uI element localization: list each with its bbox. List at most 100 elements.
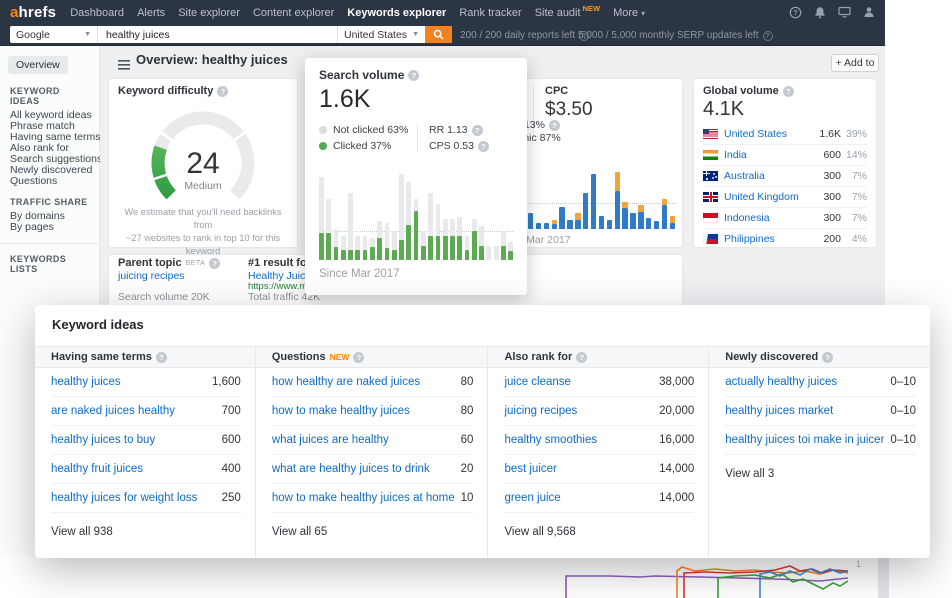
nav-item-alerts[interactable]: Alerts <box>137 7 165 19</box>
country-link[interactable]: United Kingdom <box>724 191 809 203</box>
help-icon[interactable]: ? <box>789 6 802 19</box>
keyword-link[interactable]: healthy juices <box>51 376 121 388</box>
view-all-link[interactable]: View all 65 <box>272 526 474 538</box>
country-link[interactable]: Australia <box>724 170 809 182</box>
nav-item-keywords-explorer[interactable]: Keywords explorer <box>347 7 446 19</box>
country-link[interactable]: Indonesia <box>724 212 809 224</box>
keyword-link[interactable]: healthy fruit juices <box>51 463 143 475</box>
keyword-link[interactable]: how to make healthy juices at home <box>272 492 455 504</box>
bell-icon[interactable] <box>814 6 826 19</box>
keyword-link[interactable]: healthy juices for weight loss <box>51 492 197 504</box>
search-input[interactable]: healthy juices <box>98 26 337 43</box>
keyword-link[interactable]: healthy juices toi make in juicer <box>725 434 884 446</box>
user-icon[interactable] <box>863 6 875 18</box>
sidebar-item-by-pages[interactable]: By pages <box>0 222 98 233</box>
info-icon[interactable]: ? <box>408 69 420 81</box>
info-icon[interactable]: ? <box>782 85 794 97</box>
chart-bar <box>598 150 605 229</box>
keyword-link[interactable]: how to make healthy juices <box>272 405 410 417</box>
bar-segment <box>384 248 390 260</box>
bar-segment <box>348 250 353 260</box>
info-icon[interactable]: ? <box>576 351 588 363</box>
country-link[interactable]: India <box>724 149 809 161</box>
chart-bar <box>413 162 419 260</box>
info-icon[interactable]: ? <box>822 351 834 363</box>
nav-item-site-audit[interactable]: Site audit NEW <box>535 4 600 19</box>
info-icon[interactable]: ? <box>471 124 483 136</box>
series-purple <box>565 575 849 598</box>
menu-icon[interactable] <box>118 57 130 75</box>
bar-segment <box>479 246 484 260</box>
keyword-link[interactable]: juice cleanse <box>504 376 570 388</box>
keyword-volume: 14,000 <box>659 492 695 504</box>
add-to-button[interactable]: + Add to <box>831 54 879 72</box>
view-all-link[interactable]: View all 3 <box>725 468 916 480</box>
legend-row: Not clicked 63% <box>319 122 408 138</box>
bar-segment <box>420 246 426 260</box>
country-row: Indonesia 300 7% <box>703 207 867 228</box>
bar-segment <box>442 235 448 260</box>
bar-segment <box>543 222 549 229</box>
bar-segment <box>391 250 397 260</box>
search-engine-select[interactable]: Google ▼ <box>10 26 98 43</box>
info-icon[interactable]: ? <box>353 351 365 363</box>
scrollbar[interactable] <box>878 556 889 598</box>
search-button[interactable] <box>425 26 452 43</box>
info-icon[interactable]: ? <box>217 85 229 97</box>
country-link[interactable]: Philippines <box>724 233 809 245</box>
info-icon[interactable]: ? <box>477 140 489 152</box>
keyword-row: actually healthy juices 0–10 <box>725 368 917 397</box>
legend-label: Not clicked 63% <box>333 124 409 136</box>
view-all-link[interactable]: View all 938 <box>51 526 241 538</box>
keyword-link[interactable]: juicing recipes <box>504 405 577 417</box>
keyword-link[interactable]: best juicer <box>504 463 556 475</box>
country-select[interactable]: United States ▼ <box>337 26 425 43</box>
country-row: United States 1.6K 39% <box>703 124 867 144</box>
sidebar-item-overview[interactable]: Overview <box>8 56 68 74</box>
bar-segment <box>355 250 361 260</box>
bar-segment <box>435 235 441 260</box>
keyword-link[interactable]: actually healthy juices <box>725 376 837 388</box>
keyword-link[interactable]: green juice <box>504 492 560 504</box>
info-icon[interactable]: ? <box>762 30 773 41</box>
ahrefs-logo[interactable]: ahrefs <box>10 4 56 21</box>
keyword-row: healthy juices market 0–10 <box>725 397 917 426</box>
bar-segment <box>464 250 470 260</box>
keyword-link[interactable]: are naked juices healthy <box>51 405 175 417</box>
nav-item-more[interactable]: More ▾ <box>613 7 645 19</box>
keyword-link[interactable]: healthy juices market <box>725 405 833 417</box>
sidebar-item-questions[interactable]: Questions <box>0 176 98 187</box>
bar-segment <box>551 220 557 225</box>
bar-segment <box>362 250 368 260</box>
info-icon[interactable]: ? <box>548 119 560 131</box>
parent-topic-keyword-link[interactable]: juicing recipes <box>118 270 185 282</box>
legend-row: Clicked 37% <box>319 138 408 154</box>
chart-bar <box>464 162 470 260</box>
nav-item-site-explorer[interactable]: Site explorer <box>178 7 240 19</box>
keyword-link[interactable]: what are healthy juices to drink <box>272 463 430 475</box>
keyword-volume: 400 <box>221 463 241 475</box>
view-all-link[interactable]: View all 9,568 <box>504 526 694 538</box>
chart-bar <box>630 150 636 229</box>
country-link[interactable]: United States <box>724 128 809 140</box>
keyword-link[interactable]: what juices are healthy <box>272 434 389 446</box>
nav-items: Dashboard Alerts Site explorer Content expl… <box>70 3 658 21</box>
return-rate-metric: RR 1.13? <box>429 124 483 136</box>
chart-bar <box>493 162 499 260</box>
nav-item-content-explorer[interactable]: Content explorer <box>253 7 334 19</box>
column-header-label: Also rank for <box>504 351 573 363</box>
keyword-link[interactable]: healthy juices to buy <box>51 434 155 446</box>
keyword-link[interactable]: how healthy are naked juices <box>272 376 420 388</box>
info-icon[interactable]: ? <box>209 257 221 269</box>
chart-bar <box>551 150 557 229</box>
chart-bar <box>428 162 433 260</box>
country-row: Philippines 200 4% <box>703 228 867 249</box>
nav-item-dashboard[interactable]: Dashboard <box>70 7 124 19</box>
info-icon[interactable]: ? <box>155 351 167 363</box>
bar-segment <box>614 191 620 229</box>
display-icon[interactable] <box>838 6 851 18</box>
nav-item-rank-tracker[interactable]: Rank tracker <box>459 7 521 19</box>
keyword-row: healthy fruit juices 400 <box>51 455 241 484</box>
bar-segment <box>377 238 383 260</box>
keyword-link[interactable]: healthy smoothies <box>504 434 597 446</box>
